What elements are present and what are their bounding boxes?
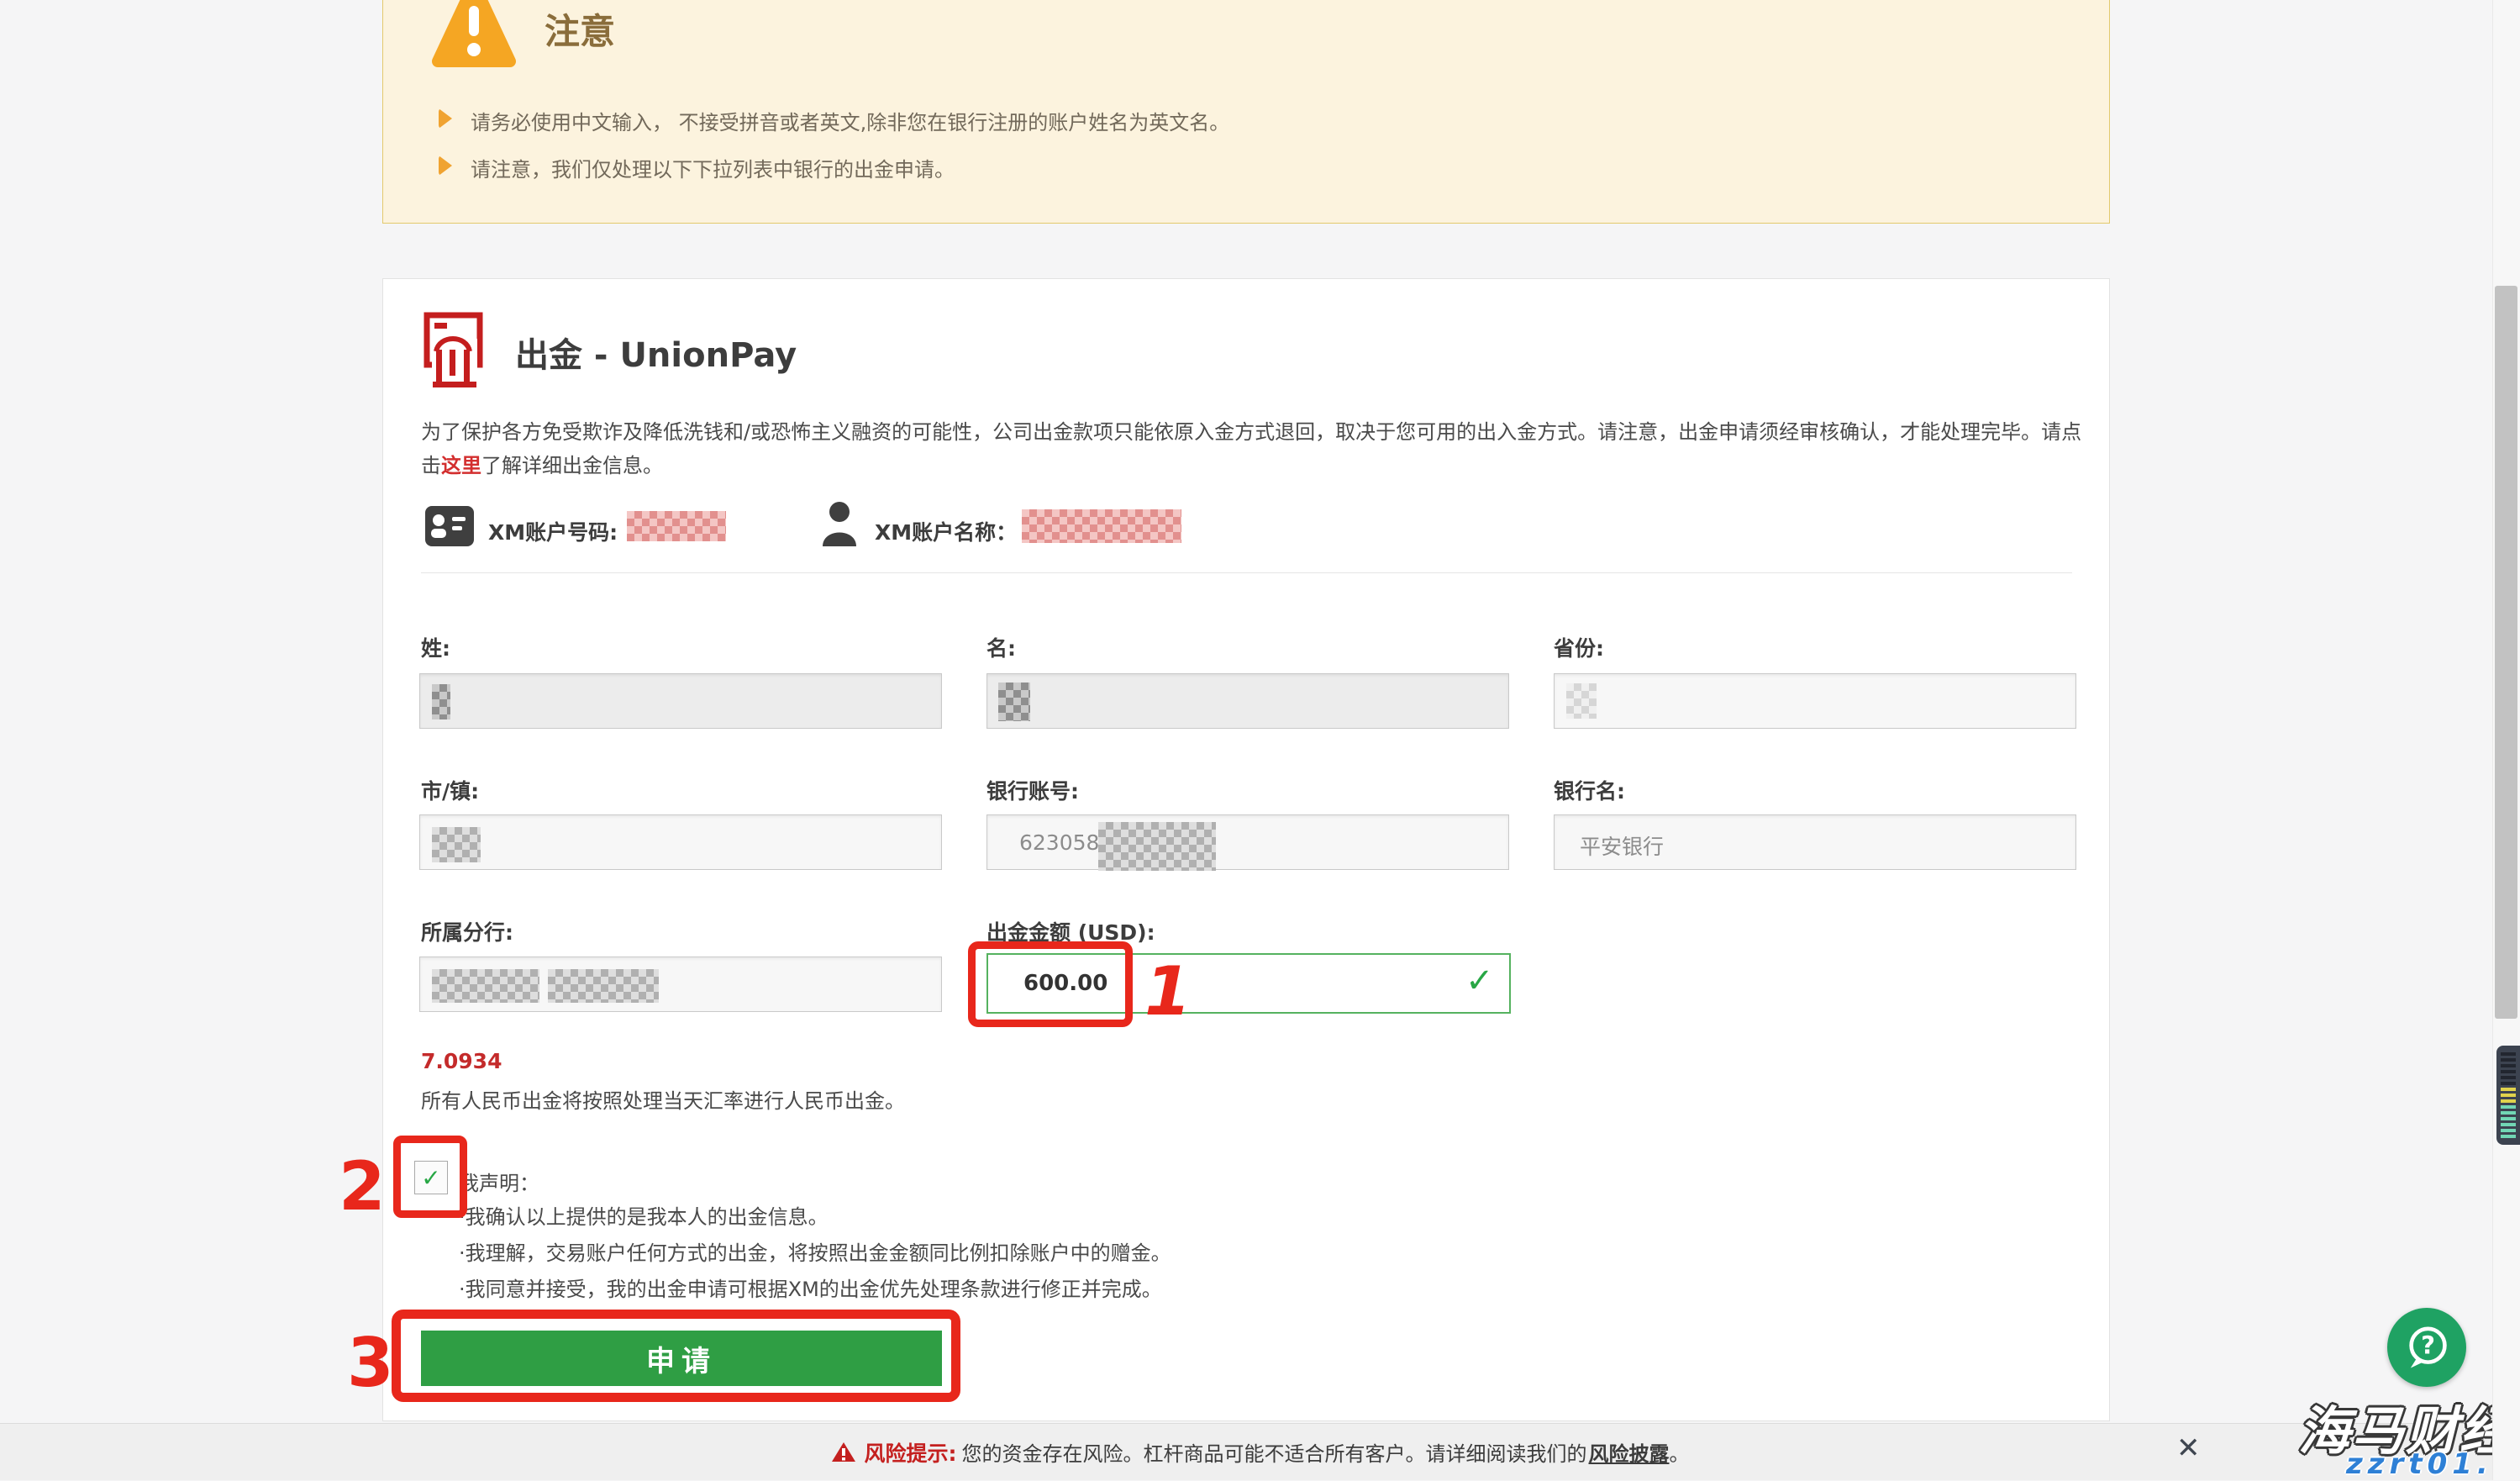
divider bbox=[421, 572, 2072, 573]
bank-account-label: 银行账号: bbox=[986, 775, 1079, 805]
stripe-bars bbox=[2501, 1052, 2516, 1138]
help-question-mark: ? bbox=[2421, 1331, 2435, 1360]
risk-disclosure-link[interactable]: 风险披露 bbox=[1589, 1437, 1670, 1467]
scrollbar-thumb[interactable] bbox=[2495, 286, 2517, 1019]
person-icon bbox=[820, 501, 859, 546]
warning-triangle-icon bbox=[432, 0, 516, 81]
exchange-rate-note: 所有人民币出金将按照处理当天汇率进行人民币出金。 bbox=[421, 1084, 905, 1114]
withdrawal-panel: 出金 - UnionPay 为了保护各方免受欺诈及降低洗钱和/或恐怖主义融资的可… bbox=[382, 278, 2110, 1421]
bullet-arrow-icon bbox=[439, 108, 452, 129]
exchange-rate: 7.0934 bbox=[421, 1049, 502, 1073]
city-redacted bbox=[432, 827, 481, 862]
declaration-label: 我声明： bbox=[459, 1167, 539, 1196]
footer-close-icon[interactable]: ✕ bbox=[2176, 1434, 2201, 1463]
bank-name-value: 平安银行 bbox=[1580, 830, 1664, 861]
notice-box: 注意 请务必使用中文输入， 不接受拼音或者英文,除非您在银行注册的账户姓名为英文… bbox=[382, 0, 2110, 224]
first-name-label: 名: bbox=[986, 632, 1016, 662]
declaration-item: ·我确认以上提供的是我本人的出金信息。 bbox=[459, 1200, 829, 1230]
account-name-redacted bbox=[1022, 509, 1181, 543]
account-number-redacted bbox=[627, 511, 726, 541]
intro-paragraph: 为了保护各方免受欺诈及降低洗钱和/或恐怖主义融资的可能性，公司出金款项只能依原入… bbox=[421, 415, 2097, 482]
city-label: 市/镇: bbox=[421, 775, 479, 805]
annotation-number-1: 1 bbox=[1144, 958, 1192, 1025]
branch-redacted bbox=[548, 969, 659, 1003]
intro-text-after: 了解详细出金信息。 bbox=[481, 454, 663, 477]
side-stripe-widget[interactable] bbox=[2496, 1046, 2520, 1145]
last-name-redacted bbox=[432, 684, 450, 719]
notice-title: 注意 bbox=[545, 3, 615, 55]
risk-footer-bar: 风险提示: 您的资金存在风险。杠杆商品可能不适合所有客户。请详细阅读我们的 风险… bbox=[0, 1423, 2520, 1480]
panel-title: 出金 - UnionPay bbox=[515, 328, 797, 377]
branch-field bbox=[419, 957, 942, 1012]
intro-text-before: 为了保护各方免受欺诈及降低洗钱和/或恐怖主义融资的可能性，公司出金款项只能依原入… bbox=[421, 420, 2081, 477]
bank-name-field: 平安银行 bbox=[1554, 814, 2076, 870]
annotation-number-3: 3 bbox=[347, 1330, 394, 1397]
bank-account-redacted bbox=[1098, 822, 1216, 871]
province-field bbox=[1554, 673, 2076, 729]
city-field bbox=[419, 814, 942, 870]
last-name-label: 姓: bbox=[421, 632, 450, 662]
risk-label: 风险提示: bbox=[865, 1437, 957, 1468]
annotation-number-2: 2 bbox=[339, 1153, 386, 1220]
first-name-field bbox=[986, 673, 1509, 729]
annotation-box-amount bbox=[968, 941, 1133, 1027]
notice-item: 请注意，我们仅处理以下下拉列表中银行的出金申请。 bbox=[471, 153, 955, 182]
account-name-label: XM账户名称： bbox=[875, 516, 1017, 546]
bullet-arrow-icon bbox=[439, 155, 452, 176]
branch-redacted bbox=[432, 969, 539, 1003]
account-number-label: XM账户号码: bbox=[488, 516, 618, 546]
last-name-field bbox=[419, 673, 942, 729]
help-bubble-icon: ? bbox=[2396, 1317, 2457, 1378]
first-name-redacted bbox=[998, 683, 1030, 721]
bank-withdrawal-icon bbox=[423, 311, 490, 388]
annotation-box-submit bbox=[392, 1310, 960, 1402]
details-link[interactable]: 这里 bbox=[441, 454, 481, 477]
risk-text: 您的资金存在风险。杠杆商品可能不适合所有客户。请详细阅读我们的 bbox=[962, 1437, 1587, 1467]
declaration-item: ·我同意并接受，我的出金申请可根据XM的出金优先处理条款进行修正并完成。 bbox=[459, 1273, 1162, 1302]
bank-account-field: 62305800 bbox=[986, 814, 1509, 870]
province-label: 省份: bbox=[1554, 632, 1604, 662]
help-button[interactable]: ? bbox=[2387, 1308, 2466, 1387]
id-card-icon bbox=[425, 506, 474, 546]
notice-item: 请务必使用中文输入， 不接受拼音或者英文,除非您在银行注册的账户姓名为英文名。 bbox=[471, 106, 1229, 135]
bank-name-label: 银行名: bbox=[1554, 775, 1625, 805]
branch-label: 所属分行: bbox=[421, 916, 513, 946]
province-redacted bbox=[1566, 683, 1597, 719]
declaration-item: ·我理解，交易账户任何方式的出金，将按照出金金额同比例扣除账户中的赠金。 bbox=[459, 1236, 1171, 1266]
annotation-box-checkbox bbox=[393, 1136, 467, 1218]
risk-text-end: 。 bbox=[1670, 1437, 1690, 1467]
risk-warning-icon bbox=[831, 1441, 856, 1463]
amount-valid-check-icon: ✓ bbox=[1465, 962, 1494, 1000]
